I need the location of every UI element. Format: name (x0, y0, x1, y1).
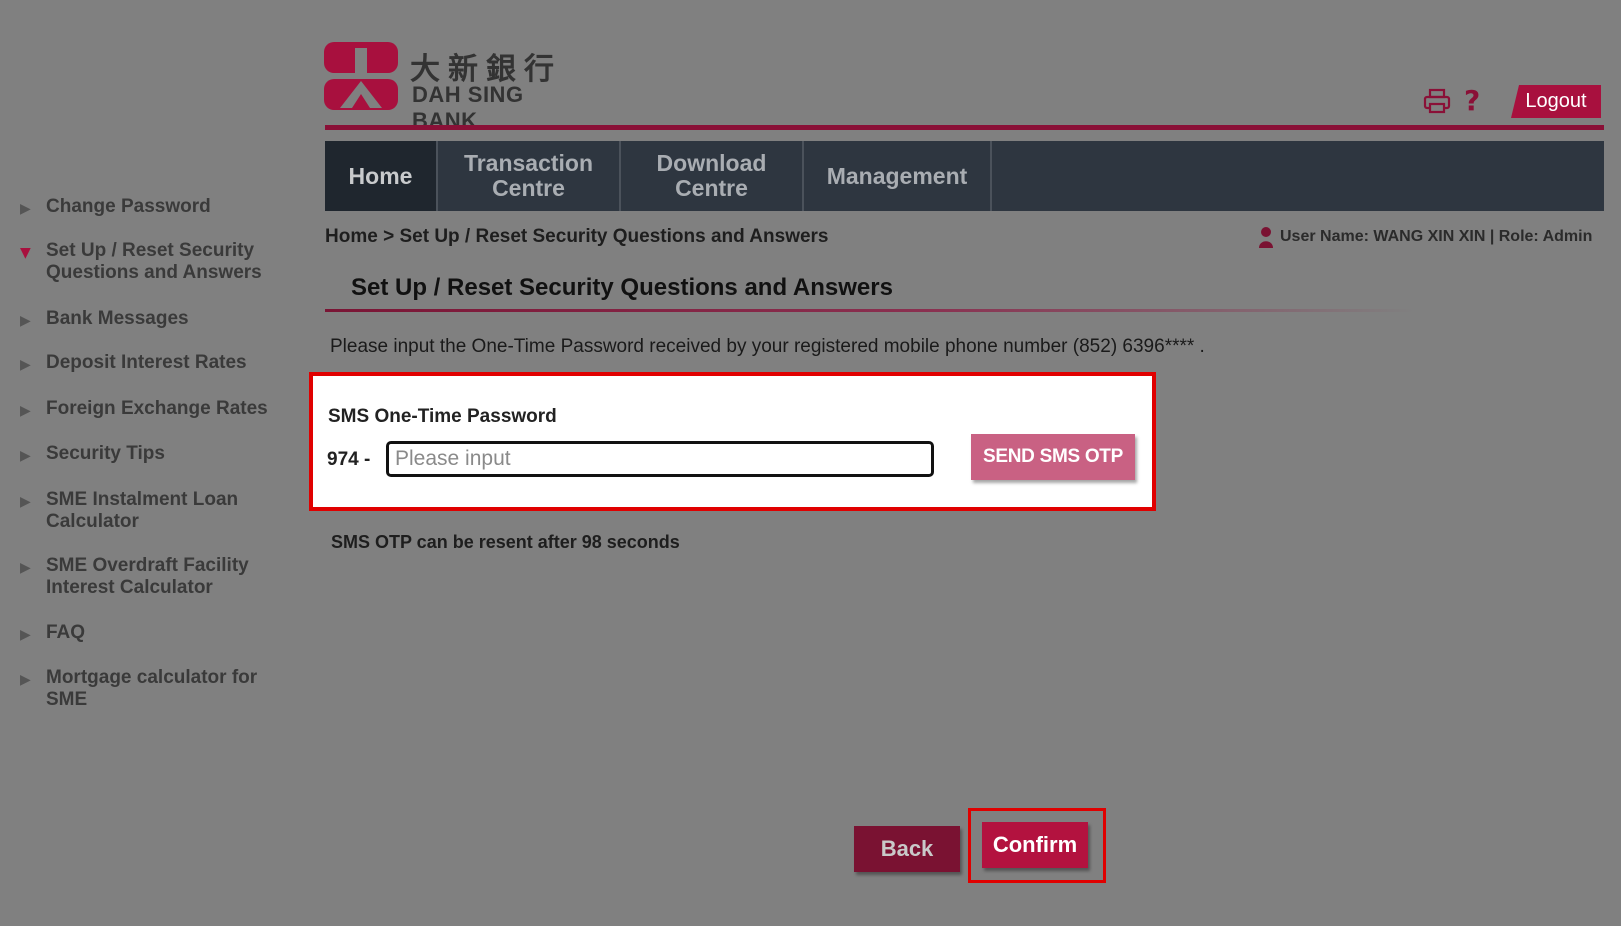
sidebar-item-label: SME Overdraft Facility Interest Calculat… (46, 555, 249, 598)
otp-prefix: 974 - (327, 449, 371, 470)
title-divider (325, 309, 1415, 312)
breadcrumb: Home > Set Up / Reset Security Questions… (325, 226, 829, 248)
sidebar-item-faq[interactable]: ▶ FAQ (20, 622, 290, 644)
user-icon (1259, 227, 1273, 248)
resend-countdown: SMS OTP can be resent after 98 seconds (331, 532, 680, 552)
main-nav: Home Transaction Centre Download Centre … (325, 141, 1604, 211)
bank-logo: 大新銀行 DAH SING BANK (324, 42, 594, 133)
sidebar-item-security-tips[interactable]: ▶ Security Tips (20, 443, 290, 465)
sidebar-item-label: Foreign Exchange Rates (46, 398, 268, 419)
triangle-right-icon: ▶ (20, 494, 31, 510)
nav-download-centre[interactable]: Download Centre (621, 141, 804, 211)
otp-input[interactable] (386, 441, 934, 477)
triangle-right-icon: ▶ (20, 313, 31, 329)
triangle-right-icon: ▶ (20, 560, 31, 576)
triangle-right-icon: ▶ (20, 627, 31, 643)
sidebar-item-overdraft-calculator[interactable]: ▶ SME Overdraft Facility Interest Calcul… (20, 555, 290, 599)
sidebar-item-bank-messages[interactable]: ▶ Bank Messages (20, 308, 290, 330)
sidebar-item-change-password[interactable]: ▶ Change Password (20, 196, 290, 218)
sidebar-item-label: SME Instalment Loan Calculator (46, 489, 239, 532)
breadcrumb-home[interactable]: Home (325, 226, 378, 247)
user-info-text: User Name: WANG XIN XIN | Role: Admin (1280, 228, 1593, 245)
otp-panel: SMS One-Time Password 974 - SEND SMS OTP (309, 372, 1156, 511)
dah-sing-logo-mark-icon (324, 42, 398, 110)
logout-button[interactable]: Logout (1511, 85, 1601, 118)
back-button[interactable]: Back (854, 826, 960, 872)
nav-home[interactable]: Home (325, 141, 438, 211)
sidebar-item-fx-rates[interactable]: ▶ Foreign Exchange Rates (20, 398, 290, 420)
sidebar-item-deposit-rates[interactable]: ▶ Deposit Interest Rates (20, 352, 290, 374)
triangle-right-icon: ▶ (20, 448, 31, 464)
nav-transaction-centre[interactable]: Transaction Centre (438, 141, 621, 211)
breadcrumb-separator: > (383, 226, 395, 247)
otp-instruction: Please input the One-Time Password recei… (330, 336, 1205, 357)
sidebar-item-label: Security Tips (46, 443, 165, 464)
help-icon[interactable]: ? (1464, 84, 1480, 117)
confirm-button[interactable]: Confirm (982, 822, 1088, 868)
sidebar-item-mortgage-calculator[interactable]: ▶ Mortgage calculator for SME (20, 667, 290, 711)
sidebar-item-label: Deposit Interest Rates (46, 352, 247, 373)
sidebar-item-label: Change Password (46, 196, 211, 217)
page-title: Set Up / Reset Security Questions and An… (351, 274, 893, 301)
triangle-right-icon: ▶ (20, 201, 31, 217)
header-divider (325, 125, 1604, 130)
triangle-right-icon: ▶ (20, 672, 31, 688)
sidebar-item-label: Mortgage calculator for SME (46, 667, 258, 710)
breadcrumb-current: Set Up / Reset Security Questions and An… (399, 226, 829, 247)
nav-management[interactable]: Management (804, 141, 992, 211)
send-sms-otp-button[interactable]: SEND SMS OTP (971, 434, 1135, 480)
sidebar-item-label: Bank Messages (46, 308, 189, 329)
triangle-right-icon: ▶ (20, 357, 31, 373)
printer-icon[interactable] (1423, 88, 1451, 114)
triangle-right-icon: ▶ (20, 403, 31, 419)
otp-label: SMS One-Time Password (328, 406, 557, 427)
sidebar-item-security-questions[interactable]: ▼ Set Up / Reset Security Questions and … (20, 240, 270, 284)
sidebar-item-label: FAQ (46, 622, 86, 643)
triangle-down-icon: ▼ (20, 245, 31, 261)
user-info: User Name: WANG XIN XIN | Role: Admin (1258, 226, 1592, 248)
sidebar-item-instalment-calculator[interactable]: ▶ SME Instalment Loan Calculator (20, 489, 290, 533)
sidebar-item-label: Set Up / Reset Security Questions and An… (46, 240, 262, 283)
